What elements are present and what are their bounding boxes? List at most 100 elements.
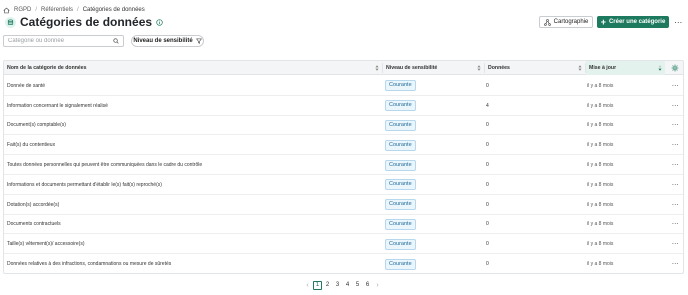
sensitivity-cell: Courante: [385, 76, 480, 96]
row-actions-ellipsis-icon[interactable]: ⋯: [670, 135, 680, 155]
info-icon[interactable]: [156, 18, 163, 26]
home-icon[interactable]: [3, 7, 10, 14]
sensitivity-cell: Courante: [385, 155, 480, 175]
row-actions-ellipsis-icon[interactable]: ⋯: [670, 76, 680, 96]
row-actions-ellipsis-icon[interactable]: ⋯: [670, 116, 680, 136]
updated-date: il y a 8 mois: [587, 261, 614, 268]
row-actions-ellipsis-icon[interactable]: ⋯: [670, 155, 680, 175]
sensitivity-badge: Courante: [385, 139, 416, 151]
column-header-count-label: Données: [488, 65, 510, 71]
table-row[interactable]: Dotation(s) accordée(s) Courante 0 il y a 8…: [4, 195, 683, 215]
table-row[interactable]: Fait(s) du contentieux Courante 0 il y a 8 …: [4, 135, 683, 156]
pagination-page-5[interactable]: 5: [353, 281, 362, 290]
column-header-level[interactable]: Niveau de sensibilité: [383, 61, 484, 75]
create-category-button[interactable]: + Créer une catégorie: [597, 16, 669, 28]
category-name[interactable]: Taille(s) vêtement(s)/ accessoire(s): [7, 234, 379, 254]
pagination-page-2[interactable]: 2: [323, 281, 332, 290]
category-name[interactable]: Documents contractuels: [7, 215, 379, 235]
column-header-name[interactable]: Nom de la catégorie de données: [4, 61, 382, 75]
pagination-next-button[interactable]: ›: [373, 281, 382, 290]
table-row[interactable]: Données relatives à des infractions, con…: [4, 254, 683, 273]
table-row[interactable]: Informations et documents permettant d'é…: [4, 175, 683, 195]
updated-date: il y a 8 mois: [587, 201, 614, 208]
row-actions-ellipsis-icon[interactable]: ⋯: [670, 234, 680, 254]
sensitivity-cell: Courante: [385, 116, 480, 136]
sensitivity-filter-button[interactable]: Niveau de sensibilité: [131, 35, 204, 47]
category-name[interactable]: Fait(s) du contentieux: [7, 135, 379, 155]
funnel-icon: [195, 38, 202, 44]
page-header: Catégories de données: [5, 15, 163, 29]
updated-date: il y a 8 mois: [587, 241, 614, 248]
pagination: ‹ 123456 ›: [303, 280, 382, 290]
pagination-page-6[interactable]: 6: [363, 281, 372, 290]
updated-date: il y a 8 mois: [587, 82, 614, 89]
category-name[interactable]: Données relatives à des infractions, con…: [7, 254, 379, 273]
search-icon[interactable]: [113, 38, 119, 44]
breadcrumb-referentiels-link[interactable]: Référentiels: [41, 7, 73, 13]
pagination-page-4[interactable]: 4: [343, 281, 352, 290]
page-title: Catégories de données: [20, 15, 153, 29]
sort-icon[interactable]: [578, 65, 582, 71]
table-row[interactable]: Information concernant le signalement ré…: [4, 96, 683, 116]
sort-icon[interactable]: [477, 65, 481, 71]
sensitivity-cell: Courante: [385, 234, 480, 254]
row-actions-ellipsis-icon[interactable]: ⋯: [670, 175, 680, 195]
data-count: 0: [486, 122, 489, 129]
category-name[interactable]: Information concernant le signalement ré…: [7, 96, 379, 116]
category-name[interactable]: Donnée de santé: [7, 76, 379, 96]
database-icon: [5, 16, 16, 28]
category-name[interactable]: Dotation(s) accordée(s): [7, 195, 379, 215]
category-name[interactable]: Informations et documents permettant d'é…: [7, 175, 379, 195]
data-count: 0: [486, 162, 489, 169]
table-row[interactable]: Taille(s) vêtement(s)/ accessoire(s) Cour…: [4, 234, 683, 255]
search-field[interactable]: [3, 35, 124, 47]
cartography-button-label: Cartographie: [553, 19, 589, 25]
sensitivity-badge: Courante: [385, 218, 416, 230]
network-icon: [543, 18, 551, 26]
pagination-prev-button[interactable]: ‹: [303, 281, 312, 290]
column-header-level-label: Niveau de sensibilité: [386, 65, 438, 71]
column-header-updated[interactable]: Mise à jour: [586, 61, 665, 75]
more-actions-button[interactable]: ⋯: [673, 16, 683, 28]
data-count: 0: [486, 261, 489, 268]
column-header-count[interactable]: Données: [485, 61, 585, 75]
sensitivity-filter-label: Niveau de sensibilité: [133, 38, 193, 44]
breadcrumb-separator: /: [77, 7, 79, 13]
data-count: 4: [486, 102, 489, 109]
row-actions-ellipsis-icon[interactable]: ⋯: [670, 195, 680, 215]
sensitivity-cell: Courante: [385, 195, 480, 215]
table-row[interactable]: Documents contractuels Courante 0 il y a 8 …: [4, 215, 683, 235]
gear-icon[interactable]: [671, 64, 679, 72]
updated-date: il y a 8 mois: [587, 162, 614, 169]
sort-desc-icon[interactable]: [658, 65, 662, 71]
category-name[interactable]: Toutes données personnelles qui peuvent …: [7, 155, 379, 175]
sensitivity-cell: Courante: [385, 215, 480, 235]
category-name[interactable]: Document(s) comptable(s): [7, 116, 379, 136]
sensitivity-cell: Courante: [385, 254, 480, 273]
breadcrumb-home-link[interactable]: RGPD: [14, 7, 31, 13]
table-row[interactable]: Document(s) comptable(s) Courante 0 il y a …: [4, 116, 683, 136]
sensitivity-cell: Courante: [385, 135, 480, 155]
sensitivity-badge: Courante: [385, 119, 416, 131]
data-count: 0: [486, 82, 489, 89]
row-actions-ellipsis-icon[interactable]: ⋯: [670, 215, 680, 235]
updated-date: il y a 8 mois: [587, 181, 614, 188]
pagination-page-3[interactable]: 3: [333, 281, 342, 290]
cartography-button[interactable]: Cartographie: [539, 16, 593, 28]
row-actions-ellipsis-icon[interactable]: ⋯: [670, 254, 680, 273]
sort-icon[interactable]: [375, 65, 379, 71]
sensitivity-badge: Courante: [385, 100, 416, 112]
table-header: Nom de la catégorie de données Niveau de…: [4, 61, 683, 75]
search-input[interactable]: [8, 38, 113, 44]
sensitivity-badge: Courante: [385, 179, 416, 191]
data-count: 0: [486, 241, 489, 248]
pagination-page-1[interactable]: 1: [313, 280, 322, 290]
table-row[interactable]: Toutes données personnelles qui peuvent …: [4, 155, 683, 175]
breadcrumb-current: Catégories de données: [82, 7, 145, 13]
sensitivity-badge: Courante: [385, 80, 416, 92]
sensitivity-badge: Courante: [385, 199, 416, 211]
sensitivity-badge: Courante: [385, 238, 416, 250]
table-row[interactable]: Donnée de santé Courante 0 il y a 8 mois ⋯: [4, 76, 683, 96]
row-actions-ellipsis-icon[interactable]: ⋯: [670, 96, 680, 116]
sensitivity-cell: Courante: [385, 175, 480, 195]
